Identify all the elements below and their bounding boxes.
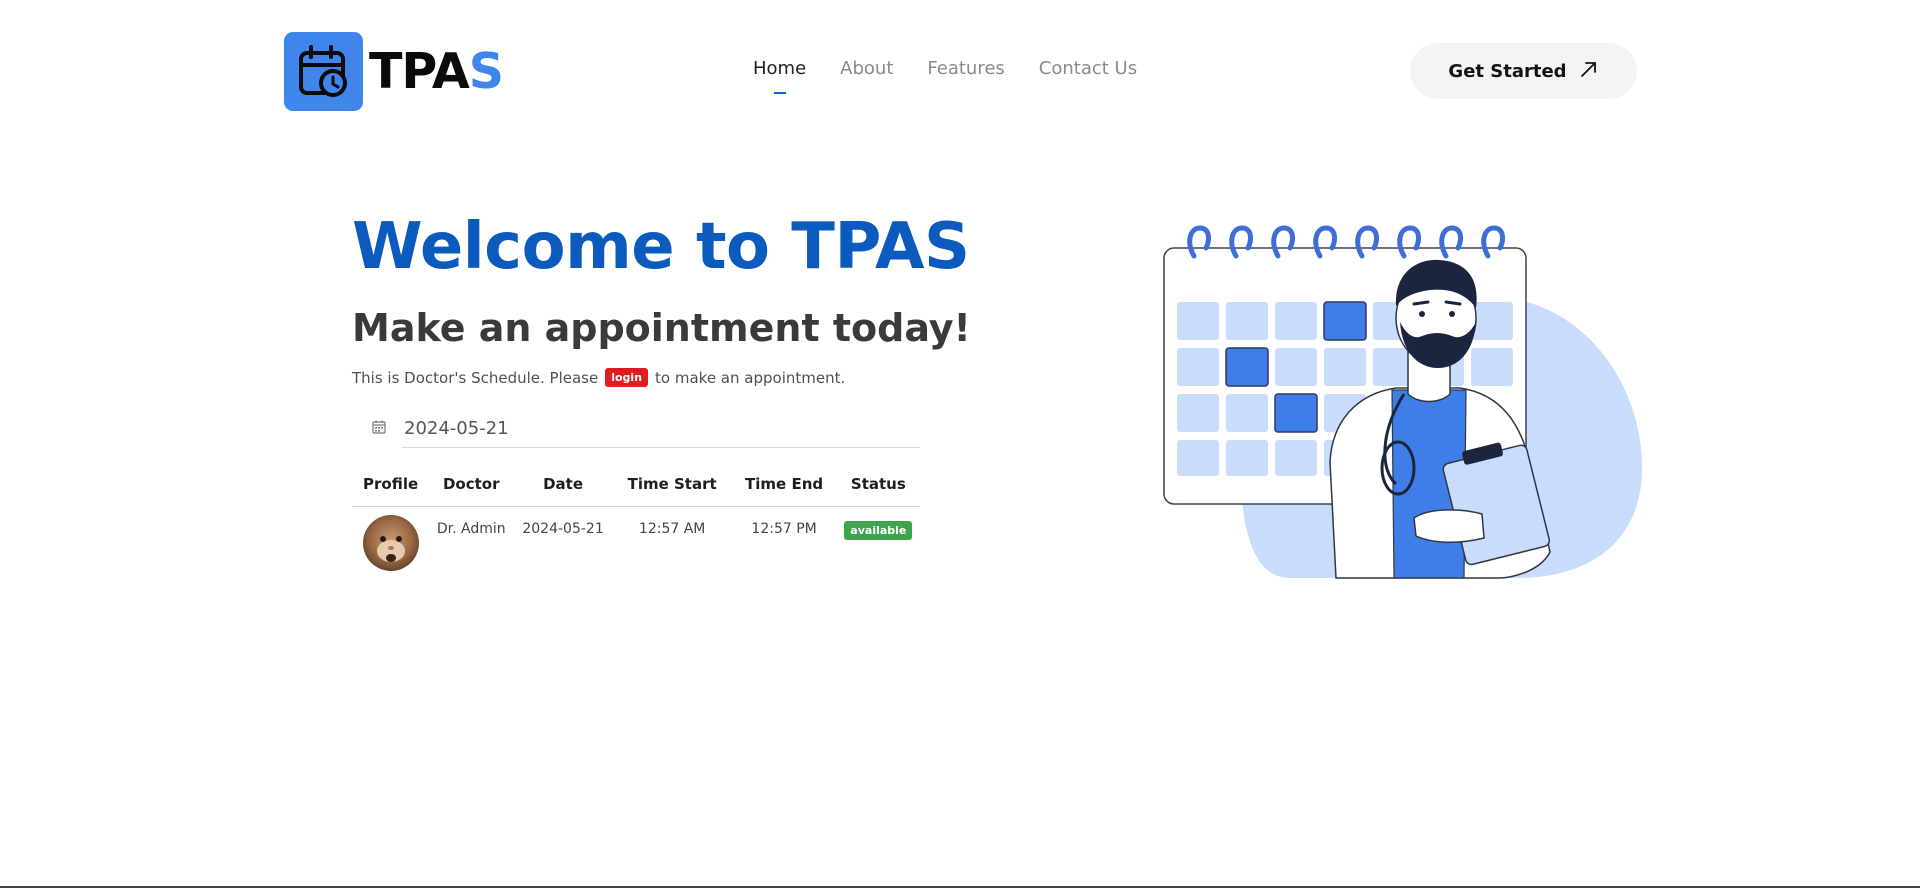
cell-profile	[352, 506, 429, 576]
brand-name: TPAS	[369, 47, 504, 96]
calendar-icon	[372, 419, 386, 434]
avatar	[362, 514, 419, 571]
cell-doctor: Dr. Admin	[436, 520, 506, 537]
date-filter	[352, 410, 920, 448]
nav-item-home[interactable]: Home	[753, 58, 806, 79]
status-badge: available	[844, 520, 913, 540]
brand-name-dark: TPA	[369, 43, 470, 100]
page-title: Welcome to TPAS	[352, 210, 970, 284]
column-header-date: Date	[513, 462, 613, 507]
table-header-row: Profile Doctor Date Time Start Time End …	[352, 462, 920, 507]
cell-date: 2024-05-21	[522, 520, 604, 537]
arrow-up-right-icon	[1579, 59, 1599, 83]
doctor-calendar-illustration	[1160, 222, 1644, 582]
cell-time-start: 12:57 AM	[638, 520, 706, 537]
get-started-button[interactable]: Get Started	[1410, 43, 1637, 99]
column-header-time-end: Time End	[731, 462, 837, 507]
schedule-table: Profile Doctor Date Time Start Time End …	[352, 462, 920, 576]
schedule-note-after: to make an appointment.	[655, 368, 846, 387]
column-header-profile: Profile	[352, 462, 430, 507]
brand-name-accent: S	[468, 43, 504, 100]
calendar-clock-icon	[284, 32, 363, 111]
schedule-note: This is Doctor's Schedule. Please login …	[352, 368, 845, 387]
date-input[interactable]	[402, 410, 920, 448]
column-header-doctor: Doctor	[429, 462, 514, 507]
site-header: TPAS Home About Features Contact Us Get …	[0, 0, 1920, 140]
nav-item-about[interactable]: About	[840, 58, 893, 79]
schedule-note-before: This is Doctor's Schedule. Please	[352, 368, 599, 387]
cell-status: available	[837, 506, 920, 576]
column-header-status: Status	[836, 462, 920, 507]
cell-time-end: 12:57 PM	[751, 520, 817, 537]
login-button[interactable]: login	[605, 368, 649, 387]
column-header-time-start: Time Start	[612, 462, 732, 507]
get-started-label: Get Started	[1448, 60, 1567, 82]
nav-item-features[interactable]: Features	[927, 58, 1004, 79]
table-row[interactable]: Dr. Admin 2024-05-21 12:57 AM 12:57 PM a…	[352, 506, 920, 576]
nav-item-contact-us[interactable]: Contact Us	[1039, 58, 1137, 79]
brand-logo[interactable]: TPAS	[284, 32, 504, 111]
main-nav: Home About Features Contact Us	[753, 58, 1137, 79]
page-subtitle: Make an appointment today!	[352, 306, 971, 350]
